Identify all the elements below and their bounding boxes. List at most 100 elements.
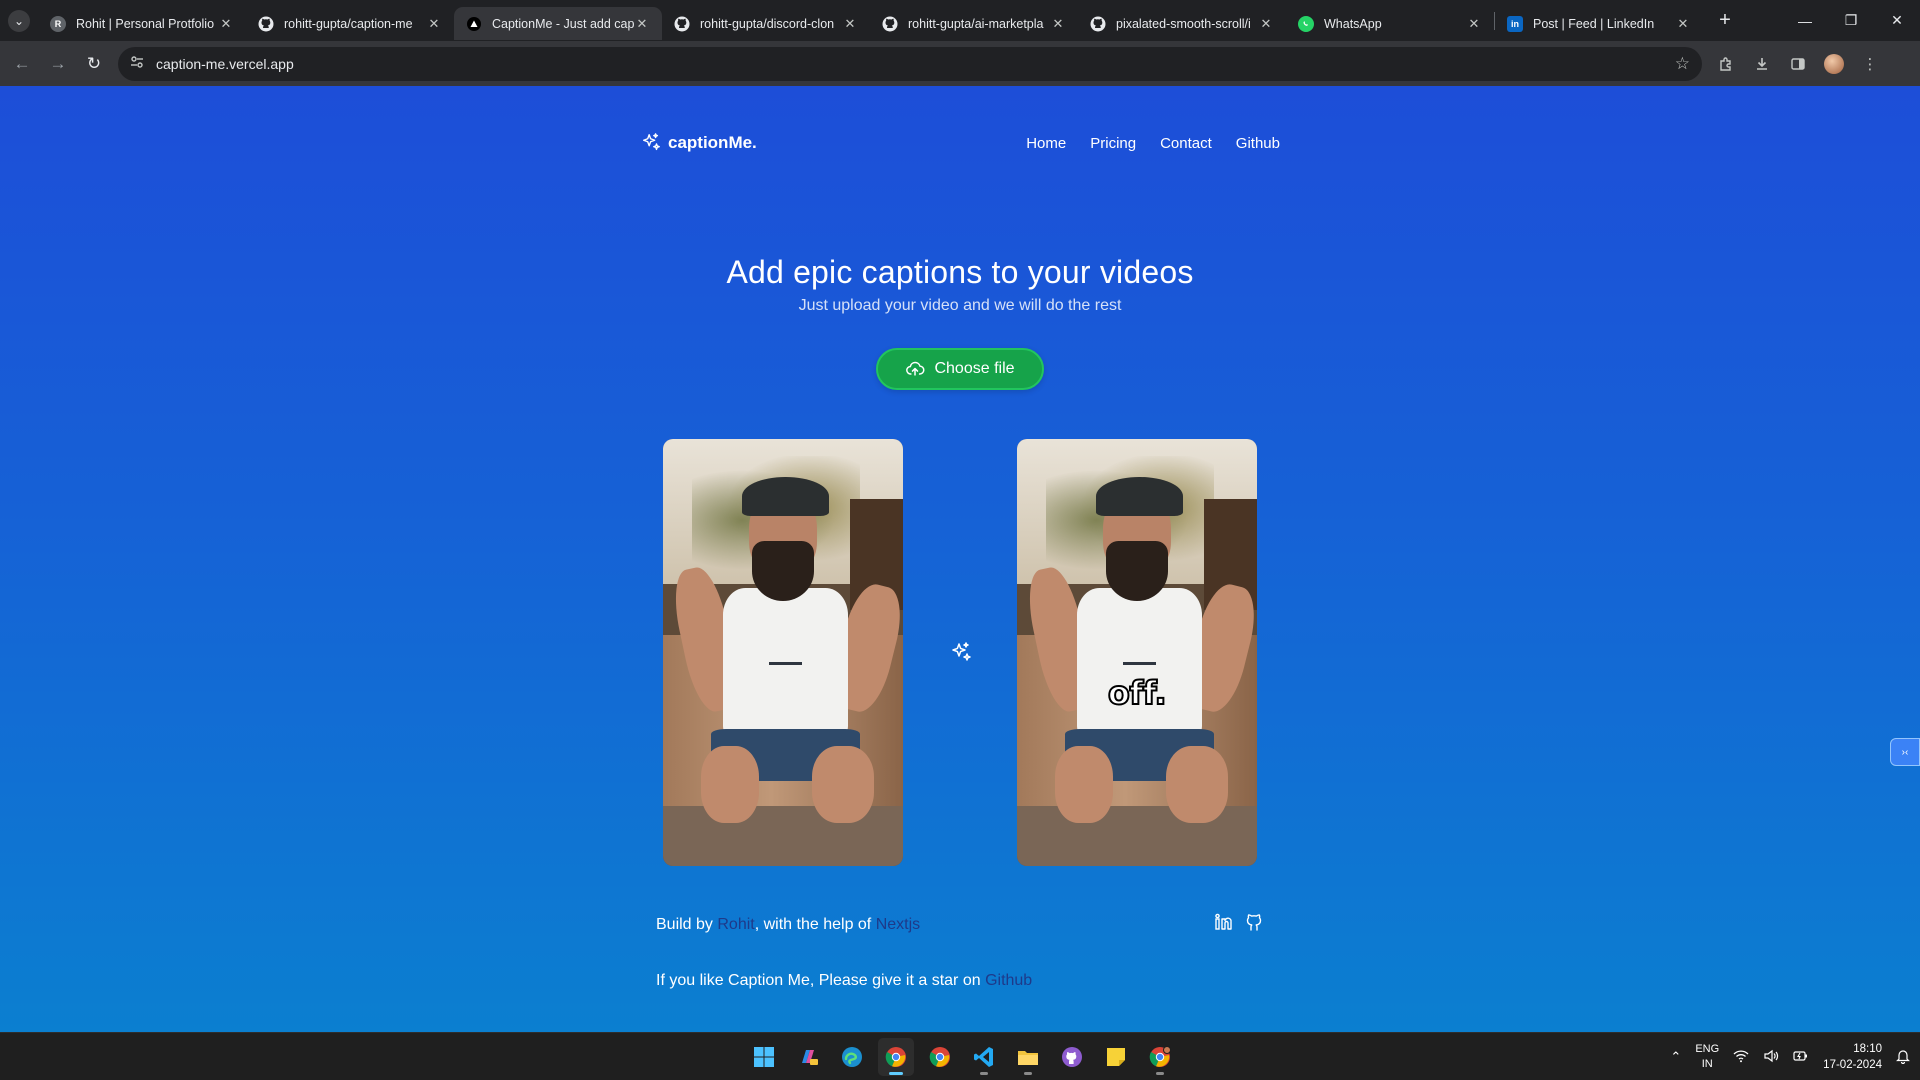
github-desktop-icon[interactable] (1054, 1038, 1090, 1076)
author-link[interactable]: Rohit (717, 916, 754, 933)
chevron-down-icon: ⌄ (13, 13, 25, 28)
github-icon (674, 16, 690, 32)
minimize-icon[interactable]: — (1782, 0, 1828, 41)
tab-title: CaptionMe - Just add cap (492, 16, 634, 31)
tab-caption-me-repo[interactable]: rohitt-gupta/caption-me ✕ (246, 7, 454, 40)
close-icon[interactable]: ✕ (1466, 16, 1482, 32)
github-icon (882, 16, 898, 32)
file-explorer-icon[interactable] (1010, 1038, 1046, 1076)
close-icon[interactable]: ✕ (1050, 16, 1066, 32)
site-nav-links: Home Pricing Contact Github (1026, 135, 1280, 152)
chevron-up-icon[interactable]: ⌃ (1670, 1049, 1681, 1065)
cloud-upload-icon (906, 361, 925, 376)
language-indicator[interactable]: ENG IN (1695, 1042, 1719, 1072)
tab-search-button[interactable]: ⌄ (8, 9, 30, 32)
nav-link-pricing[interactable]: Pricing (1090, 135, 1136, 152)
github-star-link[interactable]: Github (985, 972, 1032, 989)
site-settings-icon[interactable] (130, 55, 144, 72)
windows-taskbar: ⌃ ENG IN 18:10 17-02-2024 (0, 1032, 1920, 1080)
video-frame (1017, 439, 1257, 866)
video-caption-text: off. (1107, 673, 1168, 713)
tab-ai-marketplace-repo[interactable]: rohitt-gupta/ai-marketpla ✕ (870, 7, 1078, 40)
video-frame (663, 439, 903, 866)
tab-pixalated-scroll-repo[interactable]: pixalated-smooth-scroll/i ✕ (1078, 7, 1286, 40)
restore-icon[interactable]: ❐ (1828, 0, 1874, 41)
sparkles-icon (949, 641, 973, 670)
volume-icon[interactable] (1763, 1049, 1779, 1066)
linkedin-icon[interactable] (1214, 912, 1234, 937)
tab-whatsapp[interactable]: WhatsApp ✕ (1286, 7, 1494, 40)
github-icon[interactable] (1244, 912, 1264, 937)
clock-time: 18:10 (1853, 1043, 1882, 1055)
tab-title: Post | Feed | LinkedIn (1533, 16, 1655, 31)
close-window-icon[interactable]: ✕ (1874, 0, 1920, 41)
hero-subtitle: Just upload your video and we will do th… (798, 297, 1122, 314)
letter-r-favicon: R (50, 15, 66, 32)
tab-captionme-active[interactable]: CaptionMe - Just add cap ✕ (454, 7, 662, 40)
menu-kebab-icon[interactable]: ⋮ (1852, 46, 1888, 82)
original-video-preview[interactable] (663, 439, 903, 866)
download-icon[interactable] (1744, 46, 1780, 82)
hero-section: Add epic captions to your videos Just up… (0, 254, 1920, 315)
footer-star-request: If you like Caption Me, Please give it a… (656, 972, 1032, 990)
clock[interactable]: 18:10 17-02-2024 (1823, 1041, 1882, 1073)
tab-title: rohitt-gupta/ai-marketpla (908, 16, 1044, 31)
nav-link-home[interactable]: Home (1026, 135, 1066, 152)
wifi-icon[interactable] (1733, 1049, 1749, 1066)
side-widget-button[interactable]: ›‹ (1890, 738, 1920, 766)
page-viewport: captionMe. Home Pricing Contact Github A… (0, 86, 1920, 1032)
choose-file-button[interactable]: Choose file (876, 348, 1044, 390)
captioned-video-preview[interactable]: off. (1017, 439, 1257, 866)
browser-toolbar: ← → ↻ caption-me.vercel.app ☆ ⋮ (0, 41, 1920, 86)
edge-browser-icon[interactable] (834, 1038, 870, 1076)
close-icon[interactable]: ✕ (1258, 16, 1274, 32)
toolbar-actions: ⋮ (1708, 46, 1888, 82)
close-icon[interactable]: ✕ (426, 16, 442, 32)
back-arrow-icon[interactable]: ← (4, 46, 40, 82)
bookmark-star-icon[interactable]: ☆ (1675, 54, 1690, 74)
tab-title: rohitt-gupta/caption-me (284, 16, 413, 31)
tab-title: rohitt-gupta/discord-clon (700, 16, 835, 31)
tab-linkedin[interactable]: in Post | Feed | LinkedIn ✕ (1495, 7, 1703, 40)
footer-credits: Build by Rohit, with the help of Nextjs (656, 916, 920, 934)
close-icon[interactable]: ✕ (634, 16, 650, 32)
windows-start-icon[interactable] (746, 1038, 782, 1076)
tab-discord-clone-repo[interactable]: rohitt-gupta/discord-clon ✕ (662, 7, 870, 40)
sticky-notes-icon[interactable] (1098, 1038, 1134, 1076)
chrome-browser-icon-active[interactable] (878, 1038, 914, 1076)
tab-portfolio[interactable]: R Rohit | Personal Protfolio ✕ (38, 7, 246, 40)
side-panel-icon[interactable] (1780, 46, 1816, 82)
close-icon[interactable]: ✕ (842, 16, 858, 32)
region-code: IN (1701, 1058, 1713, 1070)
copilot-icon[interactable] (790, 1038, 826, 1076)
address-bar[interactable]: caption-me.vercel.app ☆ (118, 46, 1702, 81)
close-icon[interactable]: ✕ (218, 16, 234, 32)
system-tray: ⌃ ENG IN 18:10 17-02-2024 (1670, 1033, 1910, 1080)
site-header: captionMe. Home Pricing Contact Github (640, 128, 1280, 158)
tab-title: Rohit | Personal Protfolio (76, 16, 215, 31)
star-request-text: If you like Caption Me, Please give it a… (656, 972, 986, 989)
new-tab-button[interactable]: + (1713, 9, 1737, 32)
close-icon[interactable]: ✕ (1675, 16, 1691, 32)
browser-tab-bar: ⌄ R Rohit | Personal Protfolio ✕ rohitt-… (0, 0, 1920, 41)
choose-file-label: Choose file (934, 360, 1015, 377)
battery-charging-icon[interactable] (1793, 1049, 1809, 1066)
url-text: caption-me.vercel.app (156, 55, 294, 72)
vscode-icon[interactable] (966, 1038, 1002, 1076)
nav-link-github[interactable]: Github (1236, 135, 1280, 152)
nextjs-link[interactable]: Nextjs (876, 916, 920, 933)
nav-link-contact[interactable]: Contact (1160, 135, 1212, 152)
chrome-browser-icon[interactable] (922, 1038, 958, 1076)
vercel-triangle-icon (466, 16, 482, 32)
chrome-profile-icon[interactable] (1142, 1038, 1178, 1076)
extensions-puzzle-icon[interactable] (1708, 46, 1744, 82)
site-logo[interactable]: captionMe. (640, 132, 757, 154)
forward-arrow-icon[interactable]: → (40, 46, 76, 82)
sparkles-icon (642, 133, 660, 151)
reload-icon[interactable]: ↻ (76, 46, 112, 82)
code-brackets-icon: ›‹ (1901, 746, 1909, 758)
notification-bell-icon[interactable] (1896, 1048, 1910, 1067)
logo-text: captionMe. (668, 133, 757, 152)
profile-avatar[interactable] (1824, 53, 1844, 74)
linkedin-icon: in (1507, 15, 1523, 32)
